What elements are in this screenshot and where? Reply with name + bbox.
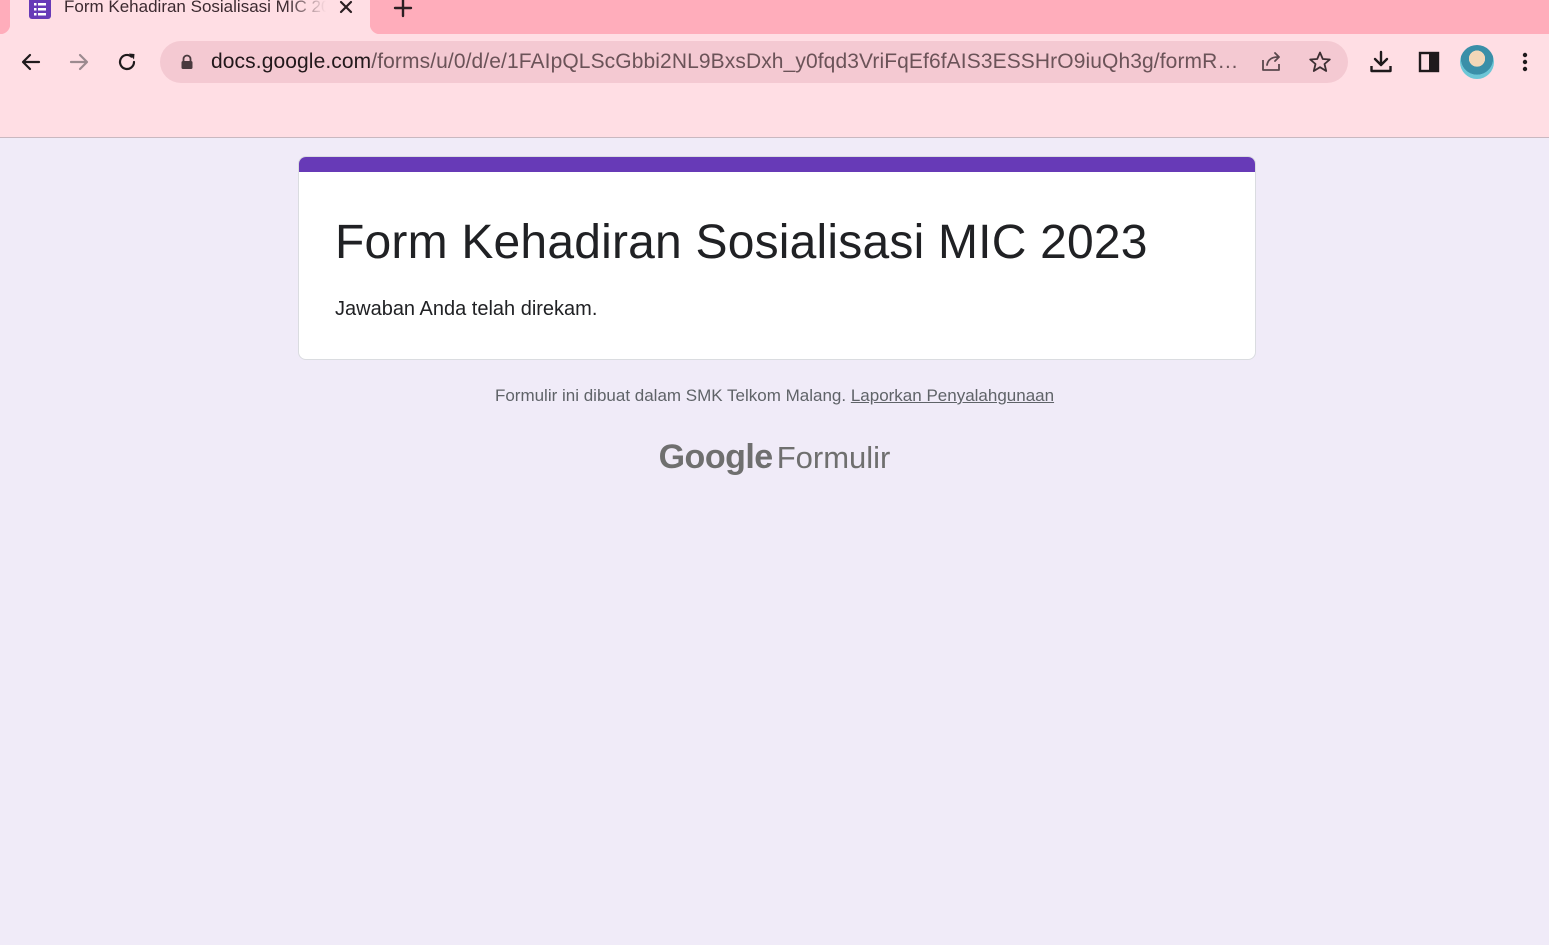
address-bar[interactable]: docs.google.com/forms/u/0/d/e/1FAIpQLScG… bbox=[160, 41, 1348, 83]
close-icon[interactable] bbox=[335, 0, 357, 18]
google-forms-icon bbox=[29, 0, 51, 19]
page-title: Form Kehadiran Sosialisasi MIC 2023 bbox=[335, 216, 1148, 269]
tab-title: Form Kehadiran Sosialisasi MIC 2023 bbox=[64, 0, 326, 16]
footer-note: Formulir ini dibuat dalam SMK Telkom Mal… bbox=[0, 386, 1549, 406]
url-path: /forms/u/0/d/e/1FAIpQLScGbbi2NL9BxsDxh_y… bbox=[371, 50, 1241, 73]
browser-chrome: Form Kehadiran Sosialisasi MIC 2023 docs… bbox=[0, 0, 1549, 138]
lock-icon[interactable] bbox=[178, 53, 196, 71]
arrow-right-icon[interactable] bbox=[61, 44, 97, 80]
brand-google: Google bbox=[658, 438, 774, 476]
report-abuse-link[interactable]: Laporkan Penyalahgunaan bbox=[851, 386, 1054, 405]
url-host: docs.google.com bbox=[211, 50, 372, 73]
confirmation-card: Form Kehadiran Sosialisasi MIC 2023 Jawa… bbox=[298, 156, 1256, 360]
card-accent-band bbox=[299, 157, 1255, 172]
star-icon[interactable] bbox=[1307, 50, 1333, 74]
download-icon[interactable] bbox=[1363, 44, 1399, 80]
google-forms-logo[interactable]: Google Formulir bbox=[0, 438, 1549, 477]
arrow-left-icon[interactable] bbox=[13, 44, 49, 80]
address-url[interactable]: docs.google.com/forms/u/0/d/e/1FAIpQLScG… bbox=[211, 50, 1241, 74]
tab-active[interactable]: Form Kehadiran Sosialisasi MIC 2023 bbox=[0, 0, 380, 34]
brand-product: Formulir bbox=[776, 440, 891, 475]
side-panel-icon[interactable] bbox=[1411, 44, 1447, 80]
plus-icon[interactable] bbox=[390, 0, 416, 21]
share-icon[interactable] bbox=[1259, 50, 1285, 74]
footer-text: Formulir ini dibuat dalam SMK Telkom Mal… bbox=[494, 386, 847, 405]
confirmation-message: Jawaban Anda telah direkam. bbox=[335, 298, 598, 320]
avatar[interactable] bbox=[1460, 45, 1494, 79]
more-vertical-icon[interactable] bbox=[1507, 44, 1543, 80]
tab-strip: Form Kehadiran Sosialisasi MIC 2023 bbox=[0, 0, 1549, 34]
reload-icon[interactable] bbox=[109, 44, 145, 80]
